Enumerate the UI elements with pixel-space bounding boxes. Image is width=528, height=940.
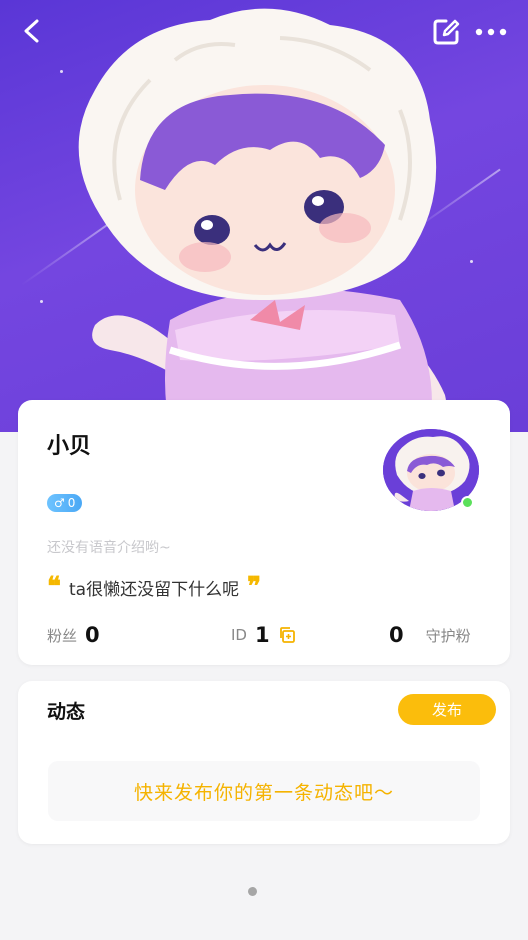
edit-profile-button[interactable] <box>430 16 462 48</box>
cover-image <box>0 0 528 432</box>
quote-open-icon: ❝ <box>47 572 61 602</box>
signature: ❝ ta很懒还没留下什么呢 ❞ <box>47 572 261 602</box>
id-value: 1 <box>254 623 270 647</box>
signature-text: ta很懒还没留下什么呢 <box>69 579 240 600</box>
gender-count: 0 <box>67 496 76 510</box>
empty-moments-placeholder: 快来发布你的第一条动态吧～ <box>48 761 480 821</box>
publish-button[interactable]: 发布 <box>398 694 496 725</box>
mascot-illustration <box>78 8 446 432</box>
male-icon: ♂ <box>54 496 65 510</box>
guard-fans-label: 守护粉 <box>425 626 471 645</box>
guard-fans-stat[interactable]: 0 守护粉 <box>389 620 471 650</box>
edit-icon <box>433 19 460 45</box>
online-status-dot <box>461 496 474 509</box>
id-label: ID <box>231 626 247 644</box>
chevron-left-icon <box>24 19 39 43</box>
back-button[interactable] <box>18 16 48 46</box>
profile-card: 小贝 ♂ 0 还没有语音介绍哟~ ❝ ta很懒还没留下什么呢 ❞ 粉丝 0 ID… <box>18 400 510 665</box>
copy-icon[interactable] <box>278 626 296 644</box>
fans-count: 0 <box>85 623 100 647</box>
moments-card: 动态 发布 快来发布你的第一条动态吧～ <box>18 681 510 844</box>
id-stat: ID 1 <box>231 620 296 650</box>
avatar[interactable] <box>383 429 479 511</box>
top-bar <box>0 0 528 64</box>
quote-close-icon: ❞ <box>247 572 262 602</box>
more-options-button[interactable] <box>474 18 508 46</box>
more-horizontal-icon <box>475 28 507 36</box>
username: 小贝 <box>47 434 92 459</box>
voice-intro-text: 还没有语音介绍哟~ <box>47 540 171 556</box>
gender-badge: ♂ 0 <box>47 494 83 512</box>
guard-fans-count: 0 <box>389 623 404 647</box>
page-indicator-dot <box>248 887 257 896</box>
fans-stat[interactable]: 粉丝 0 <box>47 620 100 650</box>
moments-title: 动态 <box>47 701 86 723</box>
stats-row: 粉丝 0 ID 1 0 守护粉 <box>47 620 487 650</box>
fans-label: 粉丝 <box>47 626 78 645</box>
